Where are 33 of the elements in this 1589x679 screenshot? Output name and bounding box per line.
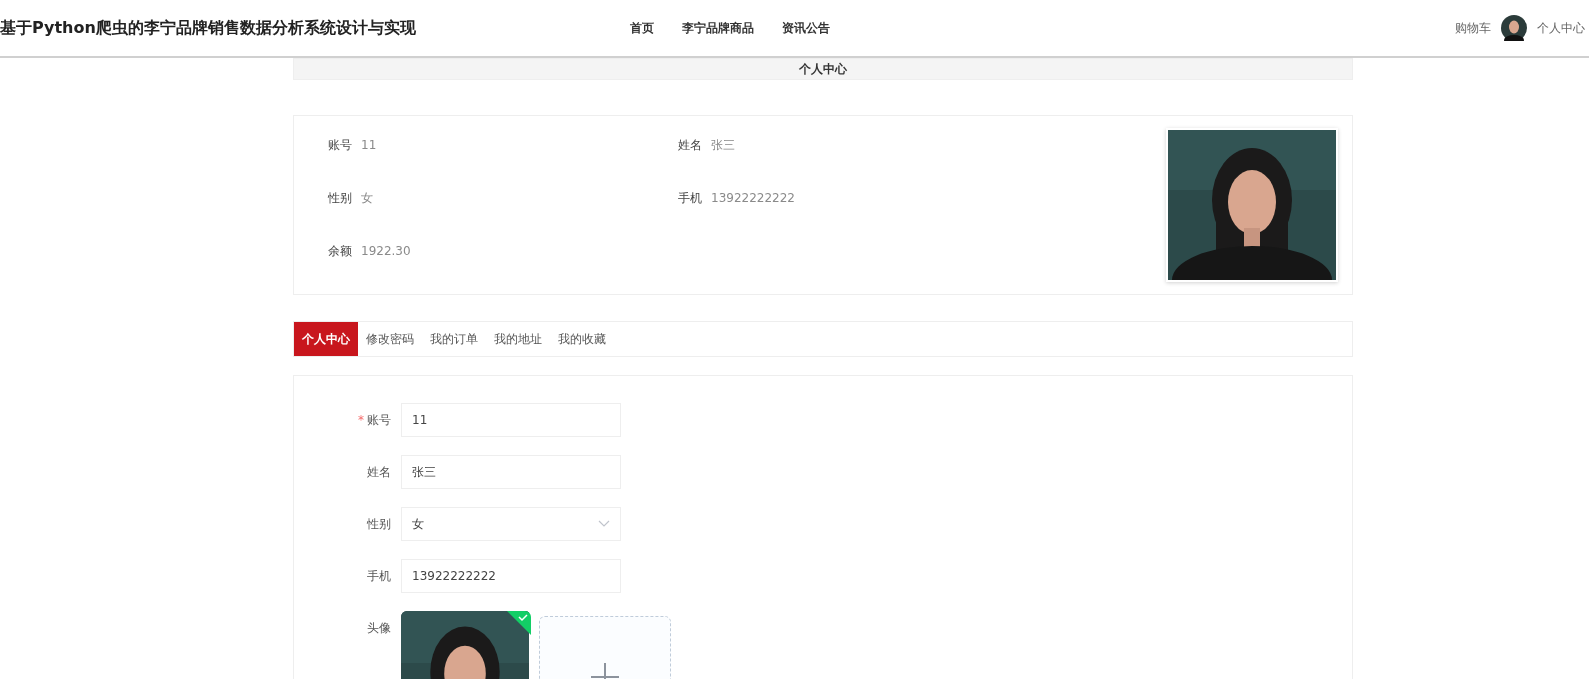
- field-label: 余额: [328, 242, 352, 260]
- field-value: 1922.30: [361, 244, 411, 258]
- field-label: 姓名: [678, 136, 702, 154]
- required-mark: *: [358, 412, 364, 429]
- select-value: 女: [412, 515, 424, 533]
- field-value: 女: [361, 189, 373, 207]
- tab[interactable]: 修改密码: [358, 322, 422, 356]
- field-label: 手机: [367, 568, 391, 585]
- field-value: 张三: [711, 136, 735, 154]
- nav-link[interactable]: 李宁品牌商品: [682, 19, 754, 37]
- field-label: 头像: [367, 620, 391, 637]
- tab[interactable]: 我的收藏: [550, 322, 614, 356]
- page-title: 个人中心: [799, 60, 847, 78]
- nav-link[interactable]: 首页: [630, 19, 654, 37]
- tab[interactable]: 个人中心: [294, 322, 358, 356]
- input-field[interactable]: 13922222222: [401, 559, 621, 593]
- select-field[interactable]: 女: [401, 507, 621, 541]
- input-field[interactable]: 张三: [401, 455, 621, 489]
- field-value: 11: [361, 138, 377, 152]
- nav-link[interactable]: 资讯公告: [782, 19, 830, 37]
- field-value: 13922222222: [711, 191, 795, 205]
- field-label: 手机: [678, 189, 702, 207]
- field-label: 账号: [328, 136, 352, 154]
- input-field[interactable]: 11: [401, 403, 621, 437]
- user-center-link[interactable]: 个人中心: [1537, 19, 1585, 37]
- tab[interactable]: 我的订单: [422, 322, 486, 356]
- tab[interactable]: 我的地址: [486, 322, 550, 356]
- field-label: 性别: [367, 516, 391, 533]
- field-label: 账号: [367, 412, 391, 429]
- field-label: 性别: [328, 189, 352, 207]
- cart-link[interactable]: 购物车: [1455, 19, 1491, 37]
- field-label: 姓名: [367, 464, 391, 481]
- site-title: 基于Python爬虫的李宁品牌销售数据分析系统设计与实现: [0, 17, 417, 39]
